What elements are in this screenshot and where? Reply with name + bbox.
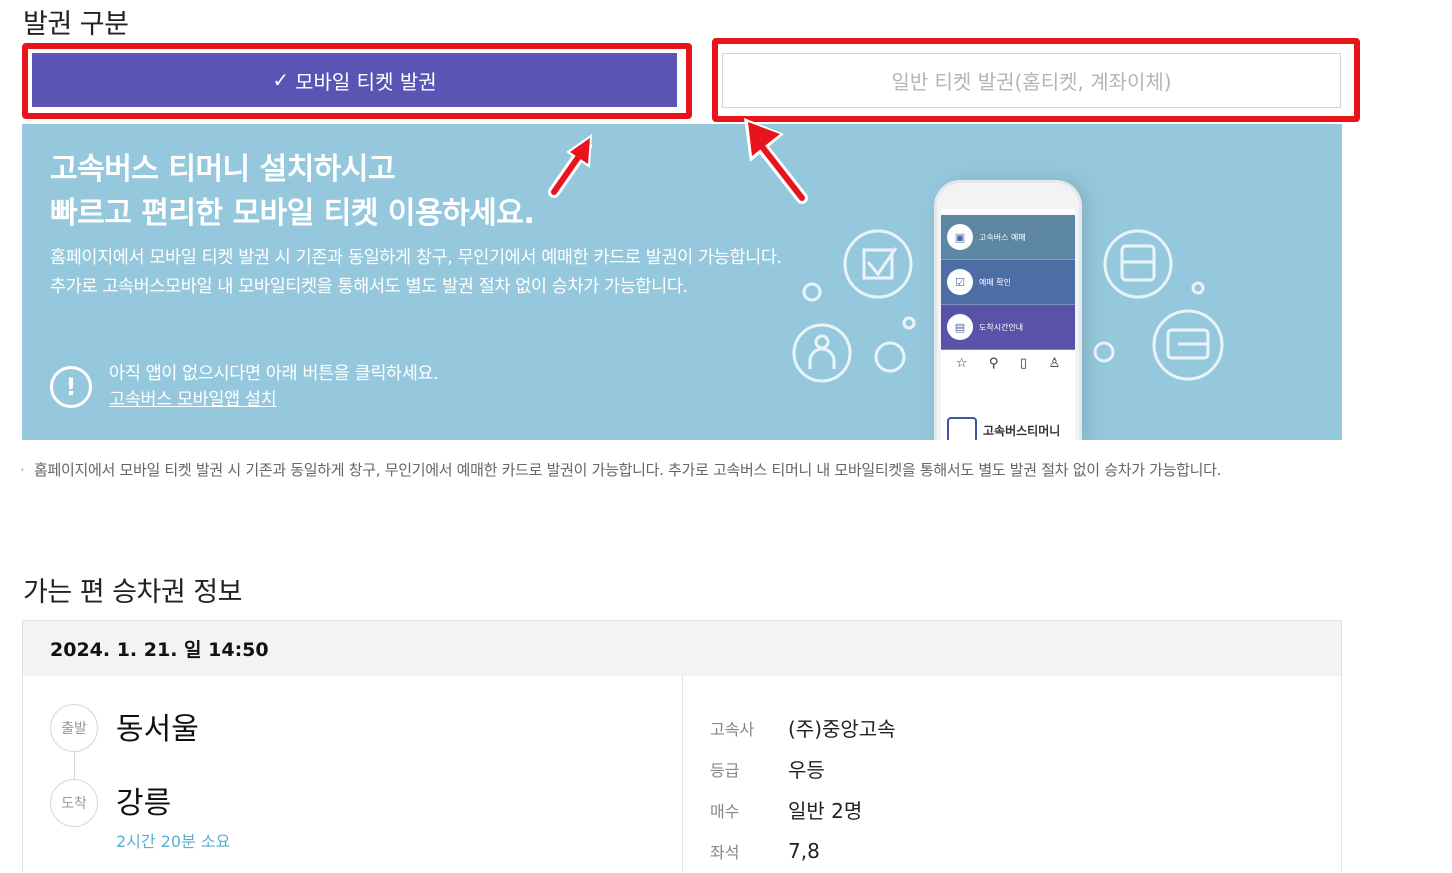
banner-headline-line-1: 고속버스 티머니 설치하시고 — [50, 152, 396, 187]
detail-label: 좌석 — [710, 842, 740, 862]
detail-row: 고속사 (주)중앙고속 — [710, 707, 896, 748]
issue-notice-text: 홈페이지에서 모바일 티켓 발권 시 기존과 동일하게 창구, 무인기에서 예매… — [20, 458, 1340, 482]
person-icon: ♙ — [1048, 356, 1061, 371]
bus-circle-icon — [1103, 229, 1173, 299]
highlight-box-general-tab — [712, 38, 1360, 122]
star-icon: ☆ — [955, 356, 968, 371]
detail-label: 고속사 — [710, 719, 755, 739]
route-panel: 출발 도착 동서울 강릉 2시간 20분 소요 — [23, 676, 683, 873]
banner-headline-line-2: 빠르고 편리한 모바일 티켓 이용하세요. — [50, 196, 535, 231]
arrival-terminal: 강릉 — [116, 786, 172, 821]
red-arrow-icon — [744, 118, 808, 204]
route-connector — [74, 752, 75, 779]
detail-row: 매수 일반 2명 — [710, 789, 896, 830]
search-icon: ⚲ — [988, 356, 999, 371]
phone-menu-item: ▣ 고속버스 예매 — [941, 215, 1075, 260]
bus-icon: ▣ — [947, 224, 973, 250]
mobile-app-banner: 고속버스 티머니 설치하시고 빠르고 편리한 모바일 티켓 이용하세요. 홈페이… — [22, 124, 1342, 440]
departure-badge: 출발 — [50, 704, 98, 752]
install-app-link[interactable]: 고속버스 모바일앱 설치 — [109, 386, 277, 411]
phone-mockup: ▣ 고속버스 예매 ☑ 예매 확인 ▤ 도착시간안내 ☆ ⚲ ▯ ♙ 고속버스티… — [934, 180, 1082, 440]
person-circle-icon — [792, 323, 852, 383]
phone-menu-label: 고속버스 예매 — [979, 232, 1026, 242]
ticket-info-title: 가는 편 승차권 정보 — [23, 577, 242, 608]
clock-bus-icon: ▤ — [947, 314, 973, 340]
bus-logo-icon — [947, 417, 977, 440]
ticket-details: 고속사 (주)중앙고속 등급 우등 매수 일반 2명 좌석 7,8 — [710, 707, 896, 871]
phone-menu-item: ☑ 예매 확인 — [941, 260, 1075, 305]
detail-row: 좌석 7,8 — [710, 830, 896, 871]
banner-notice: 아직 앱이 없으시다면 아래 버튼을 클릭하세요. — [109, 364, 439, 384]
book-icon: ▯ — [1019, 356, 1028, 371]
issue-type-title: 발권 구분 — [23, 9, 129, 40]
exclamation-icon: ! — [50, 366, 92, 408]
phone-screen: ▣ 고속버스 예매 ☑ 예매 확인 ▤ 도착시간안내 ☆ ⚲ ▯ ♙ 고속버스티… — [941, 209, 1075, 440]
banner-headline: 고속버스 티머니 설치하시고 빠르고 편리한 모바일 티켓 이용하세요. — [50, 148, 535, 236]
banner-description: 홈페이지에서 모바일 티켓 발권 시 기존과 동일하게 창구, 무인기에서 예매… — [50, 248, 782, 297]
phone-app-brand: 고속버스티머니 — [947, 417, 1060, 440]
detail-row: 등급 우등 — [710, 748, 896, 789]
phone-menu-item: ▤ 도착시간안내 — [941, 305, 1075, 350]
phone-icon-row: ☆ ⚲ ▯ ♙ — [941, 350, 1075, 371]
ticket-info-card: 2024. 1. 21. 일 14:50 출발 도착 동서울 강릉 2시간 20… — [22, 620, 1342, 873]
phone-brand-label: 고속버스티머니 — [983, 423, 1061, 438]
red-arrow-icon — [548, 134, 592, 198]
departure-datetime: 2024. 1. 21. 일 14:50 — [23, 621, 1341, 676]
detail-value: 7,8 — [788, 838, 820, 863]
travel-duration: 2시간 20분 소요 — [116, 832, 231, 851]
detail-label: 매수 — [710, 801, 740, 821]
detail-value: (주)중앙고속 — [788, 717, 896, 741]
detail-value: 일반 2명 — [788, 799, 863, 823]
detail-label: 등급 — [710, 760, 740, 780]
departure-terminal: 동서울 — [116, 712, 199, 747]
phone-menu-label: 예매 확인 — [979, 277, 1011, 287]
highlight-box-mobile-tab — [22, 43, 692, 119]
detail-value: 우등 — [788, 758, 825, 782]
check-icon: ☑ — [947, 269, 973, 295]
checkbox-circle-icon — [843, 229, 913, 299]
arrival-badge: 도착 — [50, 779, 98, 827]
phone-menu-label: 도착시간안내 — [979, 322, 1024, 332]
